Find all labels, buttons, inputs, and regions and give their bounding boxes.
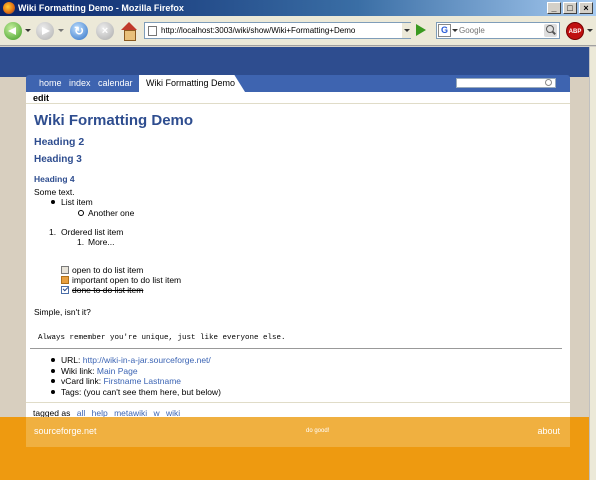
google-engine-icon[interactable]: G [438,24,451,37]
preformatted-quote: Always remember you're unique, just like… [30,332,562,349]
back-history-dropdown-icon[interactable] [25,29,31,32]
nav-link-index[interactable]: index [69,78,91,88]
nav-link-home[interactable]: home [39,78,62,88]
ordered-number: 1. [49,227,57,237]
site-search-icon[interactable] [545,79,552,86]
maximize-button[interactable]: □ [563,2,577,14]
url-label: URL: [61,355,81,365]
search-input[interactable] [459,24,543,37]
todo-checkbox-done[interactable] [61,286,69,294]
tab-wiki-formatting-demo[interactable]: Wiki Formatting Demo [139,75,246,92]
footer-tagline: do good! [306,428,330,434]
vcard-link[interactable]: Firstname Lastname [104,376,181,386]
forward-arrow-icon[interactable] [36,22,54,40]
todo-done-label: done to do list item [72,285,144,295]
tag-bar: tagged as all help metawiki w wiki [26,402,570,418]
list-item: List item [51,197,93,207]
footer-bar: sourceforge.net do good! about [26,417,570,447]
adblock-icon[interactable]: ABP [566,22,584,40]
todo-open-label: open to do list item [72,265,144,275]
home-icon[interactable] [120,22,138,41]
go-arrow-icon[interactable] [416,24,426,36]
heading-3: Heading 3 [34,154,82,165]
some-text: Some text. [34,187,75,197]
navigation-toolbar: ↻ × http://localhost:3003/wiki/show/Wiki… [0,16,596,46]
heading-2: Heading 2 [34,136,85,148]
ordered-number-nested: 1. [77,237,85,247]
wiki-list-item: Wiki link: Main Page [51,366,138,376]
header-band [0,47,589,77]
url-link[interactable]: http://wiki-in-a-jar.sourceforge.net/ [83,355,211,365]
url-history-dropdown-icon[interactable] [402,23,412,38]
window-controls: _ □ × [547,2,593,14]
url-text: http://localhost:3003/wiki/show/Wiki+For… [161,26,356,35]
vertical-scrollbar[interactable] [589,47,596,480]
page-footer: sourceforge.net do good! about [0,417,589,480]
heading-4: Heading 4 [34,174,75,184]
edit-bar: edit [26,92,570,104]
adblock-dropdown-icon[interactable] [587,29,593,32]
address-bar[interactable]: http://localhost:3003/wiki/show/Wiki+For… [144,22,411,39]
back-arrow-icon[interactable] [4,22,22,40]
vcard-link-label: vCard link: [61,376,102,386]
tags-list-item: Tags: (you can't see them here, but belo… [51,387,221,397]
nav-link-calendar[interactable]: calendar [98,78,133,88]
footer-about-link[interactable]: about [537,426,560,436]
ordered-list-item-nested: More... [88,237,115,247]
simple-text: Simple, isn't it? [34,307,91,317]
reload-icon[interactable]: ↻ [70,22,88,40]
window-titlebar: Wiki Formatting Demo - Mozilla Firefox _… [0,0,596,16]
window-title: Wiki Formatting Demo - Mozilla Firefox [18,3,184,13]
vcard-list-item: vCard link: Firstname Lastname [50,376,181,386]
search-icon[interactable] [544,24,557,37]
close-button[interactable]: × [579,2,593,14]
todo-important-label: important open to do list item [72,275,182,285]
list-item-nested: Another one [77,208,135,218]
forward-history-dropdown-icon[interactable] [58,29,64,32]
page-icon [148,26,157,36]
page-title: Wiki Formatting Demo [34,112,194,129]
wiki-link-label: Wiki link: [61,366,95,376]
minimize-button[interactable]: _ [547,2,561,14]
search-engine-dropdown-icon[interactable] [452,29,458,32]
url-list-item: URL: http://wiki-in-a-jar.sourceforge.ne… [51,355,211,365]
ordered-list-item: Ordered list item [61,227,124,237]
todo-checkbox-important[interactable] [61,276,69,284]
page-content: edit Wiki Formatting Demo Heading 2 Head… [26,92,570,418]
footer-sourceforge-link[interactable]: sourceforge.net [34,426,97,436]
todo-checkbox-open[interactable] [61,266,69,274]
site-search-input[interactable] [456,78,556,88]
edit-link[interactable]: edit [33,93,49,103]
search-box: G [436,22,560,39]
site-nav: home index calendar Wiki Formatting Demo [26,75,570,92]
firefox-logo-icon [3,2,15,14]
stop-icon[interactable]: × [96,22,114,40]
wiki-link[interactable]: Main Page [97,366,138,376]
web-page: home index calendar Wiki Formatting Demo… [0,47,589,480]
